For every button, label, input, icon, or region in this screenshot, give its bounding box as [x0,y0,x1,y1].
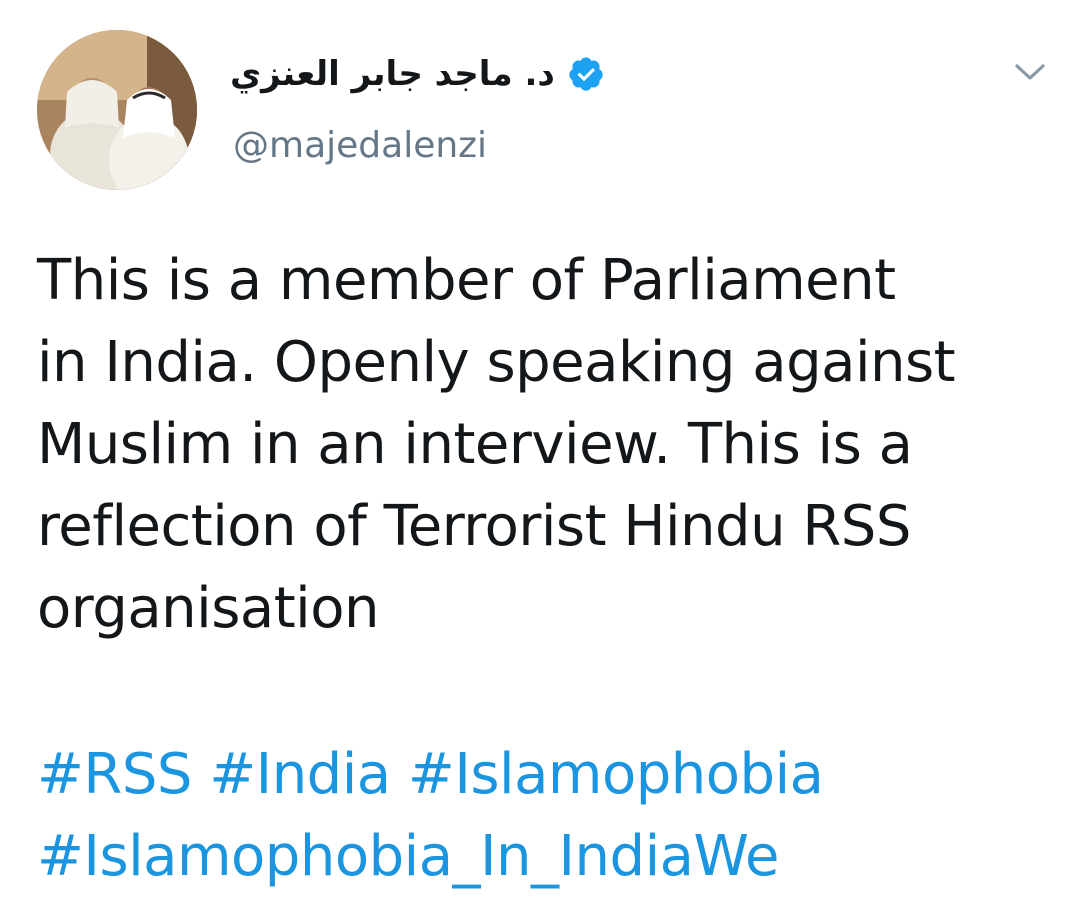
hashtag-line: #Islamophobia_In_IndiaWe [37,816,1047,898]
tweet: د. ماجد جابر العنزي @majedalenzi This is… [0,0,1080,898]
tweet-text-line: This is a member of Parliament [37,248,896,313]
chevron-down-icon[interactable] [1012,58,1048,86]
tweet-text-line: Muslim in an interview. This is a [37,412,913,477]
hashtag-link-islamophobia[interactable]: #Islamophobia [408,742,824,807]
avatar[interactable] [37,30,197,190]
hashtag-link-rss[interactable]: #RSS [37,742,192,807]
verified-badge-icon [567,55,605,93]
tweet-text-line: in India. Openly speaking against [37,330,956,395]
hashtags: #RSS #India #Islamophobia #Islamophobia_… [37,734,1047,898]
author-display-name[interactable]: د. ماجد جابر العنزي [230,54,555,94]
author-handle[interactable]: @majedalenzi [233,125,487,166]
tweet-text: This is a member of Parliament in India.… [37,240,1047,650]
author-name-row[interactable]: د. ماجد جابر العنزي [230,48,605,100]
hashtag-link-islamophobia-in-india[interactable]: #Islamophobia_In_IndiaWe [37,824,780,889]
tweet-text-line: reflection of Terrorist Hindu RSS [37,494,911,559]
hashtag-line: #RSS #India #Islamophobia [37,734,1047,816]
avatar-photo [37,30,197,190]
tweet-text-line: organisation [37,576,379,641]
hashtag-link-india[interactable]: #India [209,742,391,807]
